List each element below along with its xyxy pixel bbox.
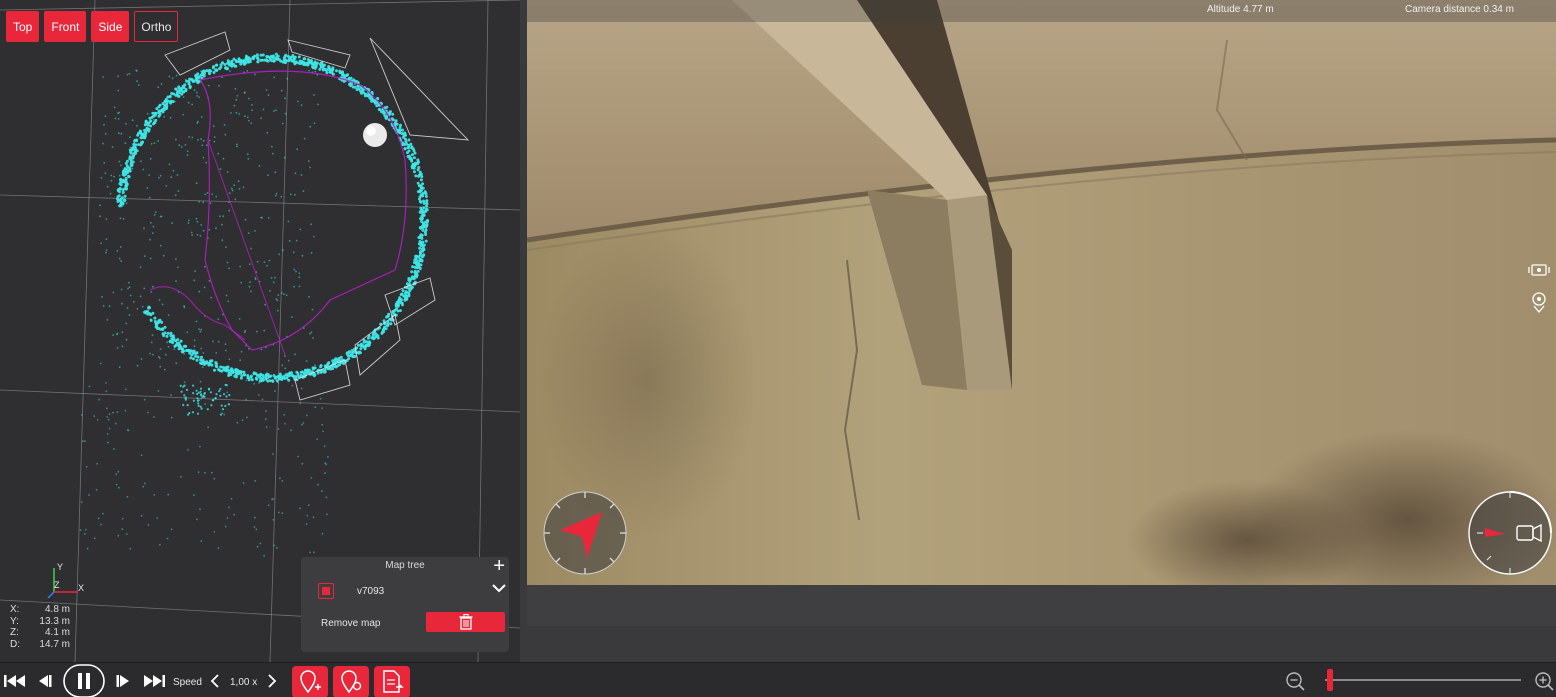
- map-tree-title: Map tree: [385, 560, 425, 571]
- cursor-coordinates: X: 4.8 m Y: 13.3 m Z: 4.1 m D: 14.7 m: [10, 604, 70, 650]
- camera-view-toggle-icon[interactable]: [1528, 262, 1550, 278]
- chevron-left-icon: [210, 673, 219, 688]
- compass-icon: [543, 491, 627, 575]
- altitude-readout: Altitude 4.77 m: [1207, 4, 1274, 15]
- camera-image: [527, 0, 1556, 585]
- camera-side-tools: [1528, 262, 1550, 314]
- pause-icon: [63, 663, 105, 697]
- step-back-button[interactable]: [34, 663, 54, 697]
- coord-z: Z: 4.1 m: [10, 627, 70, 638]
- skip-end-icon: [144, 674, 165, 687]
- coord-d: D: 14.7 m: [10, 638, 70, 650]
- skip-to-end-button[interactable]: [140, 663, 168, 697]
- playback-bar: Speed 1,00 x: [0, 662, 1556, 697]
- zoom-in-button[interactable]: [1533, 663, 1555, 697]
- speed-decrease-button[interactable]: [207, 663, 223, 697]
- pause-button[interactable]: [62, 663, 106, 697]
- map-visibility-checkbox[interactable]: [318, 583, 334, 599]
- map-item-name: v7093: [357, 586, 385, 597]
- camera-view-panel: Altitude 4.77 m Camera distance 0.34 m: [520, 0, 1556, 662]
- view-mode-buttons: Top Front Side Ortho: [6, 11, 179, 42]
- camera-feed[interactable]: Altitude 4.77 m Camera distance 0.34 m: [527, 0, 1556, 585]
- zoom-slider-track[interactable]: [1325, 679, 1521, 681]
- chevron-down-icon[interactable]: [491, 581, 507, 597]
- add-map-button[interactable]: +: [493, 555, 505, 578]
- remove-map-label: Remove map: [321, 618, 381, 629]
- add-poi-variant-icon: [341, 670, 362, 694]
- step-forward-icon: [116, 674, 129, 687]
- speed-label: Speed: [173, 677, 202, 688]
- camera-frustum: [369, 37, 470, 141]
- inspection-app: Top Front Side Ortho Y Z X X: 4.8 m Y: 13.…: [0, 0, 1556, 697]
- camera-bottom-strip: [527, 585, 1556, 626]
- export-report-button[interactable]: [374, 666, 410, 697]
- map-tree-panel: Map tree + v7093 Remove map: [301, 555, 509, 652]
- axis-y-label: Y: [57, 562, 63, 572]
- chevron-right-icon: [268, 673, 277, 688]
- top-view-button[interactable]: Top: [6, 11, 40, 42]
- axis-gizmo: Y Z X: [47, 562, 84, 599]
- step-forward-button[interactable]: [114, 663, 134, 697]
- coord-y: Y: 13.3 m: [10, 615, 70, 627]
- speed-value: 1,00 x: [230, 677, 258, 688]
- drone-marker-highlight: [366, 126, 376, 136]
- zoom-in-icon: [1535, 671, 1554, 691]
- skip-to-start-button[interactable]: [2, 663, 28, 697]
- axis-z-label: Z: [54, 580, 60, 590]
- side-view-button[interactable]: Side: [91, 11, 130, 42]
- zoom-out-button[interactable]: [1284, 663, 1306, 697]
- drone-position-marker[interactable]: [363, 123, 387, 147]
- ortho-view-button[interactable]: Ortho: [134, 11, 179, 42]
- gimbal-indicator-icon: [1468, 491, 1552, 575]
- step-back-icon: [39, 674, 52, 687]
- axis-x-label: X: [78, 583, 84, 593]
- zoom-slider-thumb[interactable]: [1327, 669, 1333, 691]
- add-poi-button[interactable]: [292, 666, 328, 697]
- zoom-out-icon: [1286, 671, 1305, 691]
- camera-frustum: [287, 39, 351, 69]
- 3d-map-view[interactable]: Top Front Side Ortho Y Z X X: 4.8 m Y: 13.…: [0, 0, 520, 662]
- camera-distance-readout: Camera distance 0.34 m: [1405, 4, 1514, 15]
- camera-info-bar: Altitude 4.77 m Camera distance 0.34 m: [527, 0, 1556, 22]
- remove-map-button[interactable]: [426, 612, 505, 632]
- export-report-icon: [383, 670, 404, 693]
- skip-start-icon: [4, 674, 25, 687]
- add-point-of-interest-icon: [300, 670, 321, 694]
- coord-x: X: 4.8 m: [10, 604, 70, 615]
- drone-settings-icon[interactable]: [1529, 290, 1549, 314]
- front-view-button[interactable]: Front: [44, 11, 87, 42]
- add-poi-variant-button[interactable]: [333, 666, 369, 697]
- trash-icon: [459, 614, 472, 630]
- speed-increase-button[interactable]: [264, 663, 280, 697]
